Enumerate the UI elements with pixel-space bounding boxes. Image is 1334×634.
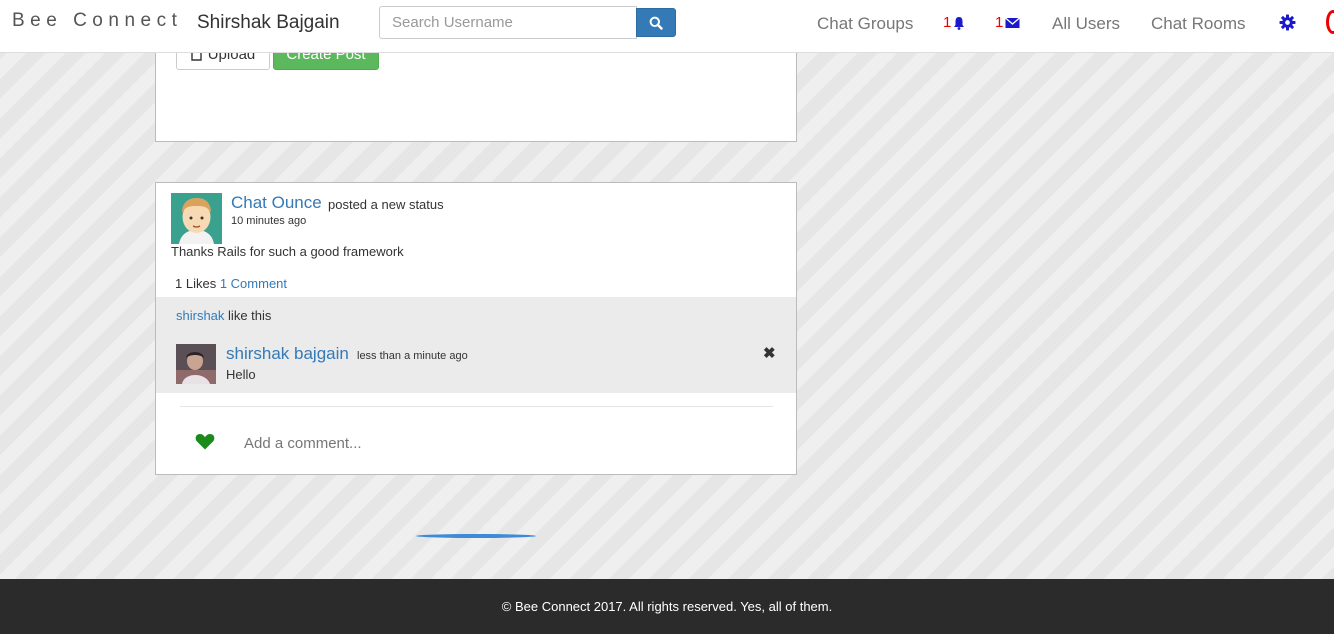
comments-count-link[interactable]: 1 Comment <box>220 276 287 291</box>
search-button[interactable] <box>636 8 676 37</box>
comment-text: Hello <box>226 367 256 382</box>
like-button[interactable] <box>195 433 215 455</box>
add-comment-input[interactable] <box>244 431 544 455</box>
post-card: Chat Ounce posted a new status 10 minute… <box>155 182 797 475</box>
gear-icon <box>1279 14 1296 31</box>
heart-icon <box>195 434 215 450</box>
messages-link[interactable]: 1 <box>995 14 1021 31</box>
post-author-link[interactable]: Chat Ounce <box>231 193 322 213</box>
brand-logo[interactable]: Bee Connect <box>12 10 182 32</box>
post-verb: posted a new status <box>328 197 444 212</box>
notifications-count: 1 <box>943 14 952 31</box>
current-user-name[interactable]: Shirshak Bajgain <box>197 12 340 34</box>
messages-count: 1 <box>995 14 1004 31</box>
comment-timestamp: less than a minute ago <box>357 350 468 362</box>
cartoon-avatar-icon <box>171 193 222 244</box>
likes-count[interactable]: 1 Likes <box>175 276 216 291</box>
nav-chat-groups[interactable]: Chat Groups <box>817 14 913 34</box>
search-input[interactable] <box>379 6 637 39</box>
nav-chat-rooms[interactable]: Chat Rooms <box>1151 14 1245 34</box>
bell-icon <box>954 16 965 30</box>
footer: © Bee Connect 2017. All rights reserved.… <box>0 579 1334 634</box>
settings-link[interactable] <box>1279 14 1296 36</box>
top-navbar: Bee Connect Shirshak Bajgain Chat Groups… <box>0 0 1334 53</box>
divider <box>180 406 773 407</box>
liked-by-user-link[interactable]: shirshak <box>176 308 224 323</box>
avatar[interactable] <box>171 193 222 244</box>
likes-summary: shirshak like this <box>176 308 271 323</box>
notifications-link[interactable]: 1 <box>943 14 965 31</box>
post-timestamp: 10 minutes ago <box>231 215 307 227</box>
user-photo-icon <box>176 344 216 384</box>
nav-all-users[interactable]: All Users <box>1052 14 1120 34</box>
comment-author-link[interactable]: shirshak bajgain <box>226 344 349 364</box>
comment-avatar[interactable] <box>176 344 216 384</box>
search-icon <box>649 16 663 30</box>
post-stats: 1 Likes 1 Comment <box>175 276 287 291</box>
envelope-icon <box>1005 17 1021 28</box>
liked-by-suffix: like this <box>228 308 272 323</box>
power-icon[interactable] <box>1326 10 1334 34</box>
delete-comment-icon[interactable]: ✖ <box>763 344 776 362</box>
comments-section: shirshak like this shirshak bajgain less… <box>156 297 796 393</box>
footer-copyright: © Bee Connect 2017. All rights reserved.… <box>501 599 833 614</box>
post-body: Thanks Rails for such a good framework <box>171 244 404 259</box>
loading-spinner <box>416 534 536 538</box>
